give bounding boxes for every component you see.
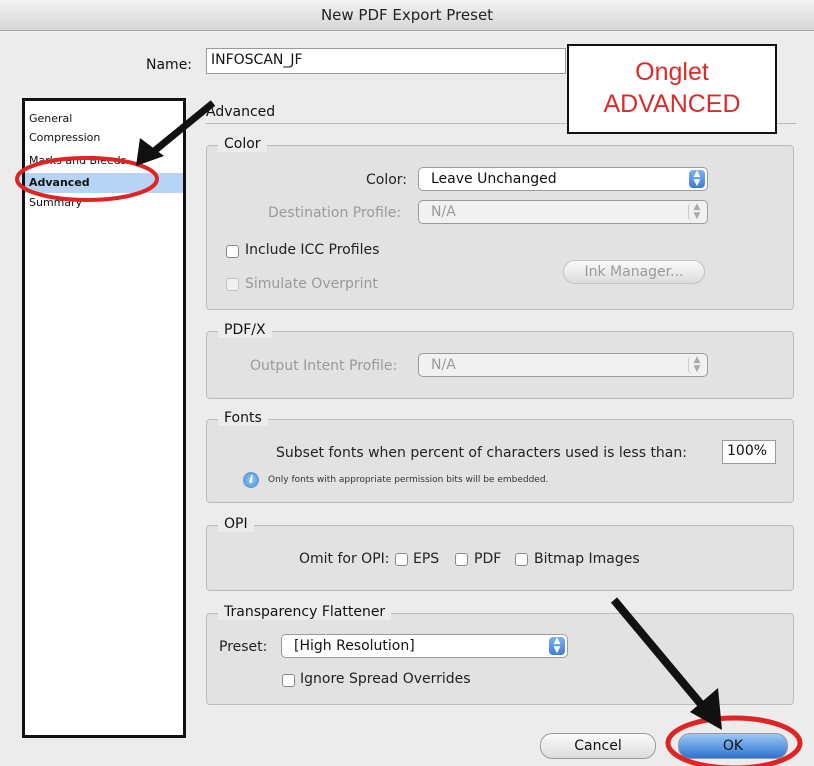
annotation-overlay [15, 100, 803, 766]
arrow-icon [150, 100, 216, 155]
ok-highlight-ellipse [665, 715, 803, 766]
advanced-highlight-ellipse [15, 156, 159, 202]
export-preset-window: New PDF Export Preset Name: INFOSCAN_JF … [0, 0, 814, 766]
arrow-icon [610, 597, 709, 712]
